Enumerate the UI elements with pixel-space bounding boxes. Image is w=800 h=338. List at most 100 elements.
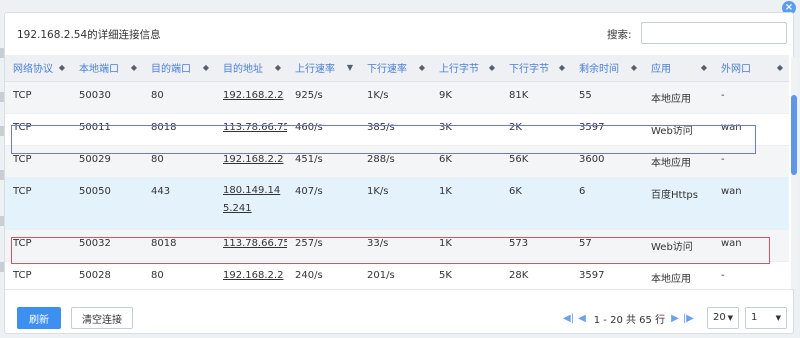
- dest-addr-link[interactable]: 180.149.145.241: [223, 185, 280, 214]
- dialog-footer: 刷新 清空连接 ◀| ◀ 1 - 20 共 65 行 ▶ |▶ 20 ▼ 1 ▼: [5, 289, 795, 333]
- table-row[interactable]: TCP 50050 443 180.149.145.241 407/s 1K/s…: [5, 177, 789, 230]
- cell-up-rate: 407/s: [287, 177, 359, 230]
- column-header-local-port[interactable]: 本地端口 ◆: [71, 55, 143, 82]
- column-header-dest-addr[interactable]: 目的地址 ◆: [215, 55, 287, 82]
- cell-down-bytes: 56K: [501, 145, 571, 178]
- table-row[interactable]: TCP 50028 80 192.168.2.2 240/s 201/s 5K …: [5, 261, 789, 287]
- cell-up-bytes: 1K: [431, 177, 501, 230]
- cell-up-rate: 925/s: [287, 81, 359, 114]
- cell-down-rate: 201/s: [359, 261, 431, 287]
- cell-local-port: 50028: [71, 261, 143, 287]
- cell-up-bytes: 5K: [431, 261, 501, 287]
- dest-addr-link[interactable]: 113.78.66.75: [223, 238, 287, 249]
- page-size-value: 20: [713, 312, 726, 323]
- column-header-dest-port[interactable]: 目的端口 ◆: [143, 55, 215, 82]
- page-size-select[interactable]: 20 ▼: [707, 307, 739, 329]
- table-row[interactable]: TCP 50011 8018 113.78.66.75 460/s 385/s …: [5, 113, 789, 146]
- cell-wan: -: [713, 145, 789, 178]
- cell-protocol: TCP: [5, 229, 71, 262]
- sort-icon[interactable]: ◆: [203, 63, 209, 72]
- table-row[interactable]: TCP 50030 80 192.168.2.2 925/s 1K/s 9K 8…: [5, 81, 789, 114]
- column-header-up-rate[interactable]: 上行速率 ▼: [287, 55, 359, 82]
- cell-app: Web访问: [643, 229, 713, 262]
- cell-dest-addr: 113.78.66.75: [215, 113, 287, 146]
- dest-addr-link[interactable]: 192.168.2.2: [223, 154, 283, 165]
- sort-icon[interactable]: ◆: [701, 63, 707, 72]
- cell-dest-port: 80: [143, 145, 215, 178]
- dest-addr-link[interactable]: 192.168.2.2: [223, 270, 283, 281]
- table-header-row: 网络协议 ◆ 本地端口 ◆ 目的端口 ◆ 目的地址 ◆ 上行速率 ▼ 下行速率 ◆ 上行字节…: [5, 55, 789, 82]
- cell-dest-port: 8018: [143, 113, 215, 146]
- cell-protocol: TCP: [5, 113, 71, 146]
- cell-remaining: 57: [571, 229, 643, 262]
- cell-up-bytes: 1K: [431, 229, 501, 262]
- cell-down-bytes: 6K: [501, 177, 571, 230]
- sort-icon[interactable]: ◆: [559, 63, 565, 72]
- sort-icon[interactable]: ◆: [777, 63, 783, 72]
- dest-addr-link[interactable]: 113.78.66.75: [223, 122, 287, 133]
- connection-details-dialog: 192.168.2.54的详细连接信息 搜索: 网络协议 ◆ 本地端口 ◆ 目的端口…: [4, 12, 797, 334]
- search-label: 搜索:: [607, 29, 632, 41]
- cell-app: 本地应用: [643, 81, 713, 114]
- sort-icon[interactable]: ◆: [489, 63, 495, 72]
- search-input[interactable]: [641, 22, 787, 44]
- cell-dest-addr: 180.149.145.241: [215, 177, 287, 230]
- cell-protocol: TCP: [5, 177, 71, 230]
- connection-table-container: 网络协议 ◆ 本地端口 ◆ 目的端口 ◆ 目的地址 ◆ 上行速率 ▼ 下行速率 ◆ 上行字节…: [5, 55, 789, 287]
- last-page-icon[interactable]: |▶: [683, 313, 694, 324]
- pagination: ◀| ◀ 1 - 20 共 65 行 ▶ |▶: [563, 310, 698, 326]
- column-header-protocol[interactable]: 网络协议 ◆: [5, 55, 71, 82]
- column-header-down-bytes[interactable]: 下行字节 ◆: [501, 55, 571, 82]
- cell-down-rate: 385/s: [359, 113, 431, 146]
- cell-wan: wan: [713, 113, 789, 146]
- sort-icon[interactable]: ◆: [131, 63, 137, 72]
- cell-wan: wan: [713, 229, 789, 262]
- cell-down-bytes: 81K: [501, 81, 571, 114]
- prev-page-icon[interactable]: ◀: [578, 313, 586, 324]
- cell-local-port: 50011: [71, 113, 143, 146]
- clear-connections-button[interactable]: 清空连接: [71, 307, 133, 329]
- column-header-wan[interactable]: 外网口 ◆: [713, 55, 789, 82]
- scrollbar-thumb[interactable]: [791, 95, 797, 175]
- sort-icon[interactable]: ◆: [59, 63, 65, 72]
- cell-up-bytes: 9K: [431, 81, 501, 114]
- cell-up-rate: 451/s: [287, 145, 359, 178]
- cell-down-rate: 288/s: [359, 145, 431, 178]
- cell-down-bytes: 28K: [501, 261, 571, 287]
- cell-local-port: 50030: [71, 81, 143, 114]
- refresh-button[interactable]: 刷新: [17, 307, 61, 329]
- cell-app: Web访问: [643, 113, 713, 146]
- sort-desc-icon[interactable]: ▼: [347, 63, 353, 72]
- cell-remaining: 3600: [571, 145, 643, 178]
- sort-icon[interactable]: ◆: [419, 63, 425, 72]
- connection-table: 网络协议 ◆ 本地端口 ◆ 目的端口 ◆ 目的地址 ◆ 上行速率 ▼ 下行速率 ◆ 上行字节…: [5, 55, 789, 287]
- column-header-up-bytes[interactable]: 上行字节 ◆: [431, 55, 501, 82]
- cell-app: 百度Https: [643, 177, 713, 230]
- page-number-select[interactable]: 1 ▼: [745, 307, 787, 329]
- table-row[interactable]: TCP 50032 8018 113.78.66.75 257/s 33/s 1…: [5, 229, 789, 262]
- sort-icon[interactable]: ◆: [275, 63, 281, 72]
- table-scrollbar[interactable]: [791, 57, 797, 289]
- next-page-icon[interactable]: ▶: [671, 313, 679, 324]
- dialog-title: 192.168.2.54的详细连接信息: [17, 29, 161, 41]
- cell-down-rate: 1K/s: [359, 81, 431, 114]
- sort-icon[interactable]: ◆: [631, 63, 637, 72]
- cell-dest-port: 8018: [143, 229, 215, 262]
- cell-wan: -: [713, 81, 789, 114]
- first-page-icon[interactable]: ◀|: [563, 313, 574, 324]
- table-row[interactable]: TCP 50029 80 192.168.2.2 451/s 288/s 6K …: [5, 145, 789, 178]
- cell-dest-addr: 192.168.2.2: [215, 81, 287, 114]
- dest-addr-link[interactable]: 192.168.2.2: [223, 90, 283, 101]
- cell-remaining: 3597: [571, 261, 643, 287]
- cell-down-rate: 1K/s: [359, 177, 431, 230]
- cell-up-bytes: 6K: [431, 145, 501, 178]
- cell-dest-addr: 113.78.66.75: [215, 229, 287, 262]
- cell-remaining: 55: [571, 81, 643, 114]
- cell-remaining: 3597: [571, 113, 643, 146]
- cell-dest-port: 80: [143, 81, 215, 114]
- column-header-app[interactable]: 应用 ◆: [643, 55, 713, 82]
- cell-up-rate: 460/s: [287, 113, 359, 146]
- column-header-down-rate[interactable]: 下行速率 ◆: [359, 55, 431, 82]
- column-header-remaining[interactable]: 剩余时间 ◆: [571, 55, 643, 82]
- cell-remaining: 6: [571, 177, 643, 230]
